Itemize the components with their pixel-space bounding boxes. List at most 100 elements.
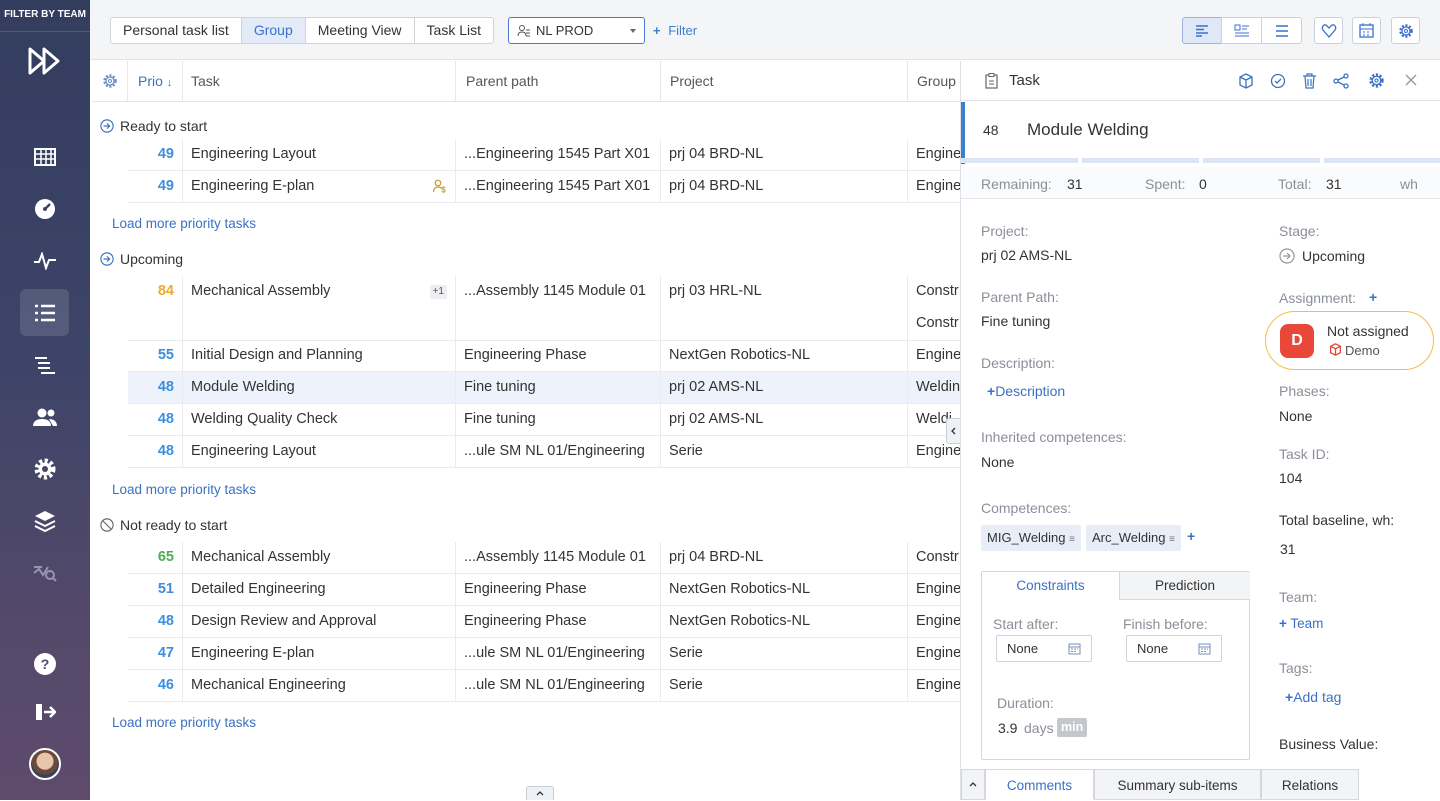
dashboard-gauge-icon[interactable] [20,185,69,232]
list-view-button[interactable] [1261,17,1302,44]
team-select-icon [517,24,530,37]
row-parent-path: Fine tuning [456,404,661,435]
tab-constraints[interactable]: Constraints [982,572,1120,600]
settings-button[interactable] [1391,17,1420,44]
table-row[interactable]: 48 Engineering Layout ...ule SM NL 01/Engi… [128,436,960,468]
users-icon[interactable] [20,393,69,440]
inherited-competences-value: None [981,454,1015,470]
trash-icon[interactable] [1302,73,1317,89]
row-priority: 49 [128,139,183,170]
column-parent-path[interactable]: Parent path [456,61,661,101]
calendar-button[interactable] [1352,17,1381,44]
total-baseline-label: Total baseline, wh: [1279,512,1395,528]
tab-comments[interactable]: Comments [985,769,1094,800]
grouped-view-button[interactable] [1221,17,1262,44]
constraints-box: Constraints Prediction Start after: None… [981,571,1250,760]
tab-personal-task-list[interactable]: Personal task list [111,18,242,43]
load-more-link[interactable]: Load more priority tasks [112,216,256,231]
tags-label: Tags: [1279,660,1313,676]
row-priority: 48 [128,404,183,435]
filter-button[interactable]: + Filter [653,17,697,44]
add-team-button[interactable]: + Team [1279,616,1323,631]
competence-chip[interactable]: Arc_Welding ≡ [1086,525,1181,551]
table-row[interactable]: 51 Detailed Engineering Engineering Phase N… [128,574,960,606]
tab-summary-sub-items[interactable]: Summary sub-items [1094,769,1261,800]
align-left-view-button[interactable] [1182,17,1222,44]
gear-icon[interactable] [20,445,69,492]
add-competence-button[interactable]: + [1187,528,1195,544]
assignee-card[interactable]: D Not assigned Demo [1265,311,1434,370]
competence-chip[interactable]: MIG_Welding ≡ [981,525,1081,551]
avatar[interactable] [29,748,61,780]
tab-meeting-view[interactable]: Meeting View [306,18,415,43]
panel-splitter-handle[interactable] [946,418,960,444]
calendar-grid-icon[interactable] [20,133,69,180]
table-row[interactable]: 49 Engineering E-plan $ ...Engineering 1545… [128,171,960,203]
table-row[interactable]: 48 Welding Quality Check Fine tuning prj 02… [128,404,960,436]
team-label: Team: [1279,589,1318,605]
table-row[interactable]: 55 Initial Design and Planning Engineering… [128,340,960,372]
duration-value[interactable]: 3.9 [998,720,1017,736]
table-row[interactable]: 48 Design Review and Approval Engineering … [128,606,960,638]
share-icon[interactable] [1333,73,1349,89]
collapse-bottom-handle[interactable] [961,769,985,800]
cube-icon [1329,343,1342,356]
user-cost-icon[interactable]: $ [433,179,447,193]
tab-task-list[interactable]: Task List [415,18,493,43]
column-task[interactable]: Task [183,61,456,101]
section-header[interactable]: Not ready to start [100,517,227,533]
add-description-button[interactable]: +Description [987,383,1065,399]
table-row[interactable]: 46 Mechanical Engineering ...ule SM NL 01/… [128,670,960,702]
section-header[interactable]: Ready to start [100,118,207,134]
section-header[interactable]: Upcoming [100,251,183,267]
tab-relations[interactable]: Relations [1261,769,1359,800]
assignee-project: Demo [1345,343,1380,358]
analytics-icon[interactable] [20,549,69,596]
table-row[interactable]: 49 Engineering Layout ...Engineering 1545 … [128,139,960,171]
task-grid: Prio ↓ Task Parent path Project Group Re… [92,61,960,800]
heart-icon [1321,23,1336,38]
remaining-value: 31 [1067,176,1083,192]
help-icon[interactable]: ? [20,640,69,687]
add-tag-label: Add tag [1293,689,1342,705]
task-title[interactable]: Module Welding [1027,120,1149,140]
project-value[interactable]: prj 02 AMS-NL [981,247,1072,263]
team-select[interactable]: NL PROD [508,17,645,44]
stage-value[interactable]: Upcoming [1302,248,1365,264]
check-circle-icon[interactable] [1270,73,1286,89]
gantt-list-icon[interactable] [20,341,69,388]
grid-settings-icon[interactable] [92,61,128,101]
more-badge[interactable]: +1 [429,285,447,299]
load-more-link[interactable]: Load more priority tasks [112,482,256,497]
column-prio[interactable]: Prio ↓ [128,61,183,101]
column-group[interactable]: Group [908,61,960,101]
add-assignment-button[interactable]: + [1369,289,1377,305]
column-project[interactable]: Project [661,61,908,101]
activity-pulse-icon[interactable] [20,237,69,284]
add-tag-button[interactable]: +Add tag [1285,689,1341,705]
layers-icon[interactable] [20,497,69,544]
load-more-link[interactable]: Load more priority tasks [112,715,256,730]
tab-group[interactable]: Group [241,18,306,43]
cube-icon[interactable] [1238,73,1254,89]
row-parent-path: Engineering Phase [456,574,661,605]
table-row[interactable]: 47 Engineering E-plan ...ule SM NL 01/Engi… [128,638,960,670]
finish-before-input[interactable]: None [1126,635,1222,662]
close-icon[interactable] [1405,74,1417,86]
logo-forward-icon[interactable] [27,46,63,76]
tab-prediction[interactable]: Prediction [1120,572,1250,600]
table-row[interactable]: 48 Module Welding Fine tuning prj 02 AMS-NL… [128,372,960,404]
collapse-handle[interactable] [526,786,554,800]
gear-icon [1398,23,1413,38]
start-after-input[interactable]: None [996,635,1092,662]
filter-by-team-button[interactable]: FILTER BY TEAM [0,0,90,32]
logout-icon[interactable] [20,688,69,735]
gear-icon[interactable] [1368,72,1385,89]
panel-title: Task [1009,72,1040,89]
table-row[interactable]: 84 Mechanical Assembly +1 ...Assembly 1145 … [128,276,960,341]
task-list-icon[interactable] [20,289,69,336]
competence-chip-label: Arc_Welding [1092,530,1166,545]
table-row[interactable]: 65 Mechanical Assembly ...Assembly 1145 Mo… [128,542,960,574]
heart-filter-button[interactable] [1314,17,1343,44]
parent-path-value[interactable]: Fine tuning [981,313,1050,329]
